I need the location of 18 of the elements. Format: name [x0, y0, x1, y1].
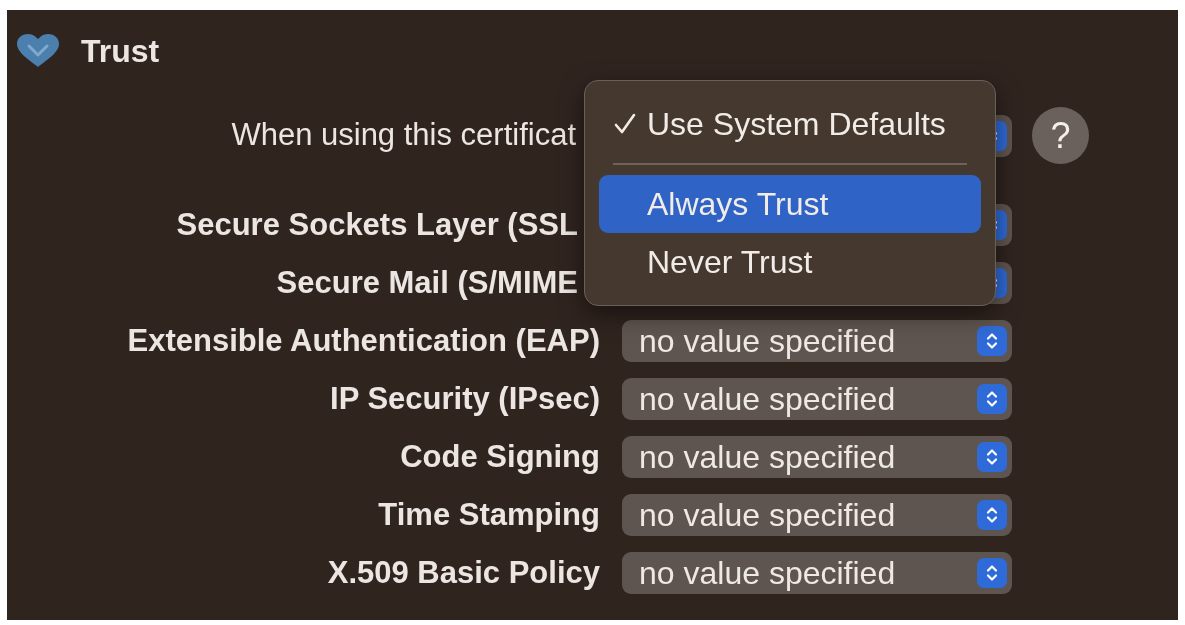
policy-label: Secure Sockets Layer (SSL	[176, 205, 578, 244]
policy-label: Secure Mail (S/MIME	[276, 263, 578, 302]
policy-label: Extensible Authentication (EAP)	[127, 321, 600, 360]
popup-button[interactable]: no value specified	[622, 494, 1012, 536]
policy-label: Time Stamping	[378, 495, 600, 534]
help-button[interactable]: ?	[1032, 107, 1089, 164]
section-title: Trust	[81, 32, 160, 71]
popup-button[interactable]: no value specified	[622, 320, 1012, 362]
policy-label: X.509 Basic Policy	[327, 553, 600, 592]
popup-button[interactable]: no value specified	[622, 436, 1012, 478]
popup-button[interactable]: no value specified	[622, 552, 1012, 594]
popup-button[interactable]: no value specified	[622, 378, 1012, 420]
policy-label: IP Security (IPsec)	[330, 379, 600, 418]
menu-item[interactable]: Always Trust	[599, 175, 981, 233]
menu-item[interactable]: Never Trust	[599, 233, 981, 291]
menu-item[interactable]: Use System Defaults	[599, 95, 981, 153]
policy-label: Code Signing	[400, 437, 600, 476]
field-label: When using this certificat	[231, 116, 576, 155]
